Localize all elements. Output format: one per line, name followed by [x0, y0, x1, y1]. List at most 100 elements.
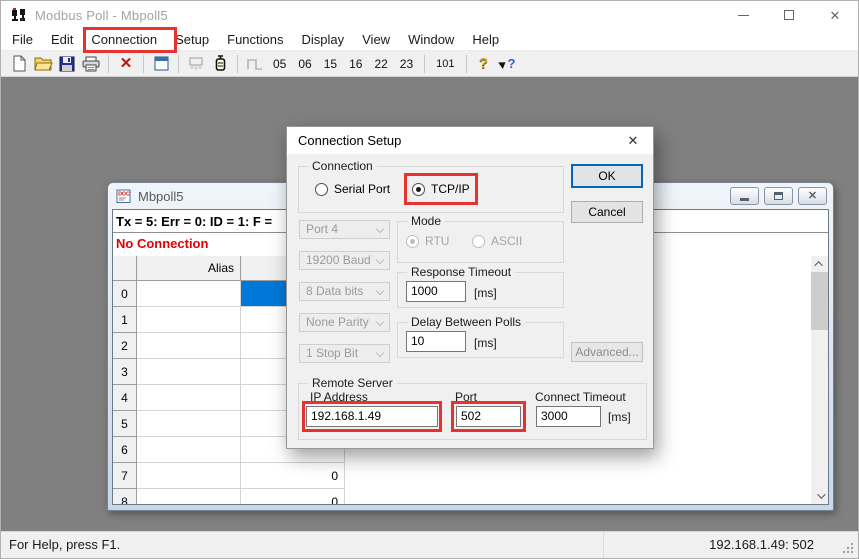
maximize-button[interactable] — [766, 1, 812, 29]
chevron-down-icon — [376, 256, 384, 264]
function-22-button[interactable]: 22 — [369, 53, 392, 75]
port-annotation — [451, 401, 526, 432]
response-timeout-input[interactable]: 1000 — [406, 281, 466, 302]
context-help-button[interactable]: ? — [497, 53, 519, 75]
alias-cell[interactable] — [137, 307, 241, 333]
menu-setup[interactable]: Setup — [166, 29, 218, 51]
row-number: 7 — [113, 463, 137, 489]
delete-button[interactable]: ✕ — [115, 53, 137, 75]
app-icon — [10, 7, 28, 23]
menu-functions[interactable]: Functions — [218, 29, 292, 51]
help-button[interactable]: ? — [473, 53, 495, 75]
mdi-close-button[interactable]: ✕ — [798, 187, 827, 205]
menu-display[interactable]: Display — [293, 29, 354, 51]
corner-header-cell — [113, 256, 137, 281]
table-row: 70 — [113, 463, 828, 489]
menu-window[interactable]: Window — [399, 29, 463, 51]
menu-file[interactable]: File — [3, 29, 42, 51]
connect-timeout-input[interactable]: 3000 — [536, 406, 601, 427]
modbus-poll-window: Modbus Poll - Mbpoll5 ✕ File Edit Connec… — [0, 0, 859, 559]
delay-group: Delay Between Polls 10 [ms] — [397, 322, 564, 358]
row-number: 6 — [113, 437, 137, 463]
close-button[interactable]: ✕ — [812, 1, 858, 29]
print-icon — [82, 56, 100, 72]
alias-cell[interactable] — [137, 333, 241, 359]
delay-input[interactable]: 10 — [406, 331, 466, 352]
menu-connection[interactable]: Connection — [82, 29, 166, 51]
resize-grip-icon[interactable] — [851, 543, 853, 545]
document-icon: DOC — [116, 189, 132, 204]
alias-cell[interactable] — [137, 359, 241, 385]
remote-server-label: Remote Server — [308, 376, 397, 390]
communication-traffic-icon — [213, 55, 228, 72]
scrollbar-thumb[interactable] — [811, 272, 828, 330]
minimize-icon — [740, 198, 749, 201]
alias-cell[interactable] — [137, 385, 241, 411]
cancel-button[interactable]: Cancel — [571, 201, 643, 223]
toolbar-separator — [424, 55, 425, 73]
value-cell[interactable]: 0 — [241, 463, 345, 489]
ip-address-input[interactable]: 192.168.1.49 — [306, 406, 438, 427]
new-file-button[interactable] — [8, 53, 30, 75]
mdi-restore-button[interactable] — [764, 187, 793, 205]
ok-button[interactable]: OK — [571, 164, 643, 188]
mdi-minimize-button[interactable] — [730, 187, 759, 205]
connect-button — [185, 53, 207, 75]
alias-cell[interactable] — [137, 463, 241, 489]
open-file-button[interactable] — [32, 53, 54, 75]
ascii-radio: ASCII — [472, 234, 522, 248]
row-number: 4 — [113, 385, 137, 411]
scroll-down-button[interactable] — [811, 488, 828, 504]
dialog-close-button[interactable]: ✕ — [613, 127, 653, 154]
ip-address-annotation — [302, 401, 442, 432]
function-06-button[interactable]: 06 — [293, 53, 316, 75]
chevron-down-icon — [817, 490, 825, 498]
status-message: For Help, press F1. — [9, 532, 120, 558]
menu-edit[interactable]: Edit — [42, 29, 82, 51]
tcpip-radio[interactable]: TCP/IP — [412, 182, 470, 196]
mode-group: Mode RTU ASCII — [397, 221, 564, 263]
dialog-body: Connection Serial Port TCP/IP OK Cancel … — [287, 154, 653, 448]
display-setup-button[interactable] — [150, 53, 172, 75]
menu-view[interactable]: View — [353, 29, 399, 51]
serial-port-radio[interactable]: Serial Port — [315, 182, 390, 196]
function-05-button[interactable]: 05 — [268, 53, 291, 75]
port-input[interactable]: 502 — [456, 406, 521, 427]
radio-selected-icon — [406, 235, 419, 248]
delay-unit: [ms] — [474, 336, 497, 350]
row-number: 0 — [113, 281, 137, 307]
data-bits-select: 8 Data bits — [299, 282, 390, 301]
function-16-button[interactable]: 16 — [344, 53, 367, 75]
scroll-up-button[interactable] — [811, 256, 828, 272]
toolbar-separator — [108, 55, 109, 73]
alias-cell[interactable] — [137, 489, 241, 504]
maximize-icon — [784, 10, 794, 20]
row-number: 5 — [113, 411, 137, 437]
function-15-button[interactable]: 15 — [319, 53, 342, 75]
print-button[interactable] — [80, 53, 102, 75]
alias-header-cell[interactable]: Alias — [137, 256, 241, 281]
advanced-button: Advanced... — [571, 342, 643, 362]
vertical-scrollbar[interactable] — [811, 256, 828, 504]
minimize-icon — [738, 15, 749, 16]
title-bar: Modbus Poll - Mbpoll5 ✕ — [1, 1, 858, 29]
value-cell[interactable]: 0 — [241, 489, 345, 504]
open-file-icon — [34, 56, 53, 71]
alias-cell[interactable] — [137, 437, 241, 463]
dialog-title: Connection Setup — [298, 133, 613, 148]
save-button[interactable] — [56, 53, 78, 75]
minimize-button[interactable] — [720, 1, 766, 29]
menu-help[interactable]: Help — [463, 29, 508, 51]
radio-icon — [472, 235, 485, 248]
connect-timeout-label: Connect Timeout — [535, 390, 626, 404]
row-number: 8 — [113, 489, 137, 504]
alias-cell[interactable] — [137, 281, 241, 307]
alias-cell[interactable] — [137, 411, 241, 437]
radio-icon — [315, 183, 328, 196]
chevron-up-icon — [814, 261, 822, 269]
radio-selected-icon — [412, 183, 425, 196]
function-23-button[interactable]: 23 — [395, 53, 418, 75]
row-number: 3 — [113, 359, 137, 385]
communication-traffic-button[interactable] — [209, 53, 231, 75]
function-101-button[interactable]: 101 — [431, 53, 459, 75]
